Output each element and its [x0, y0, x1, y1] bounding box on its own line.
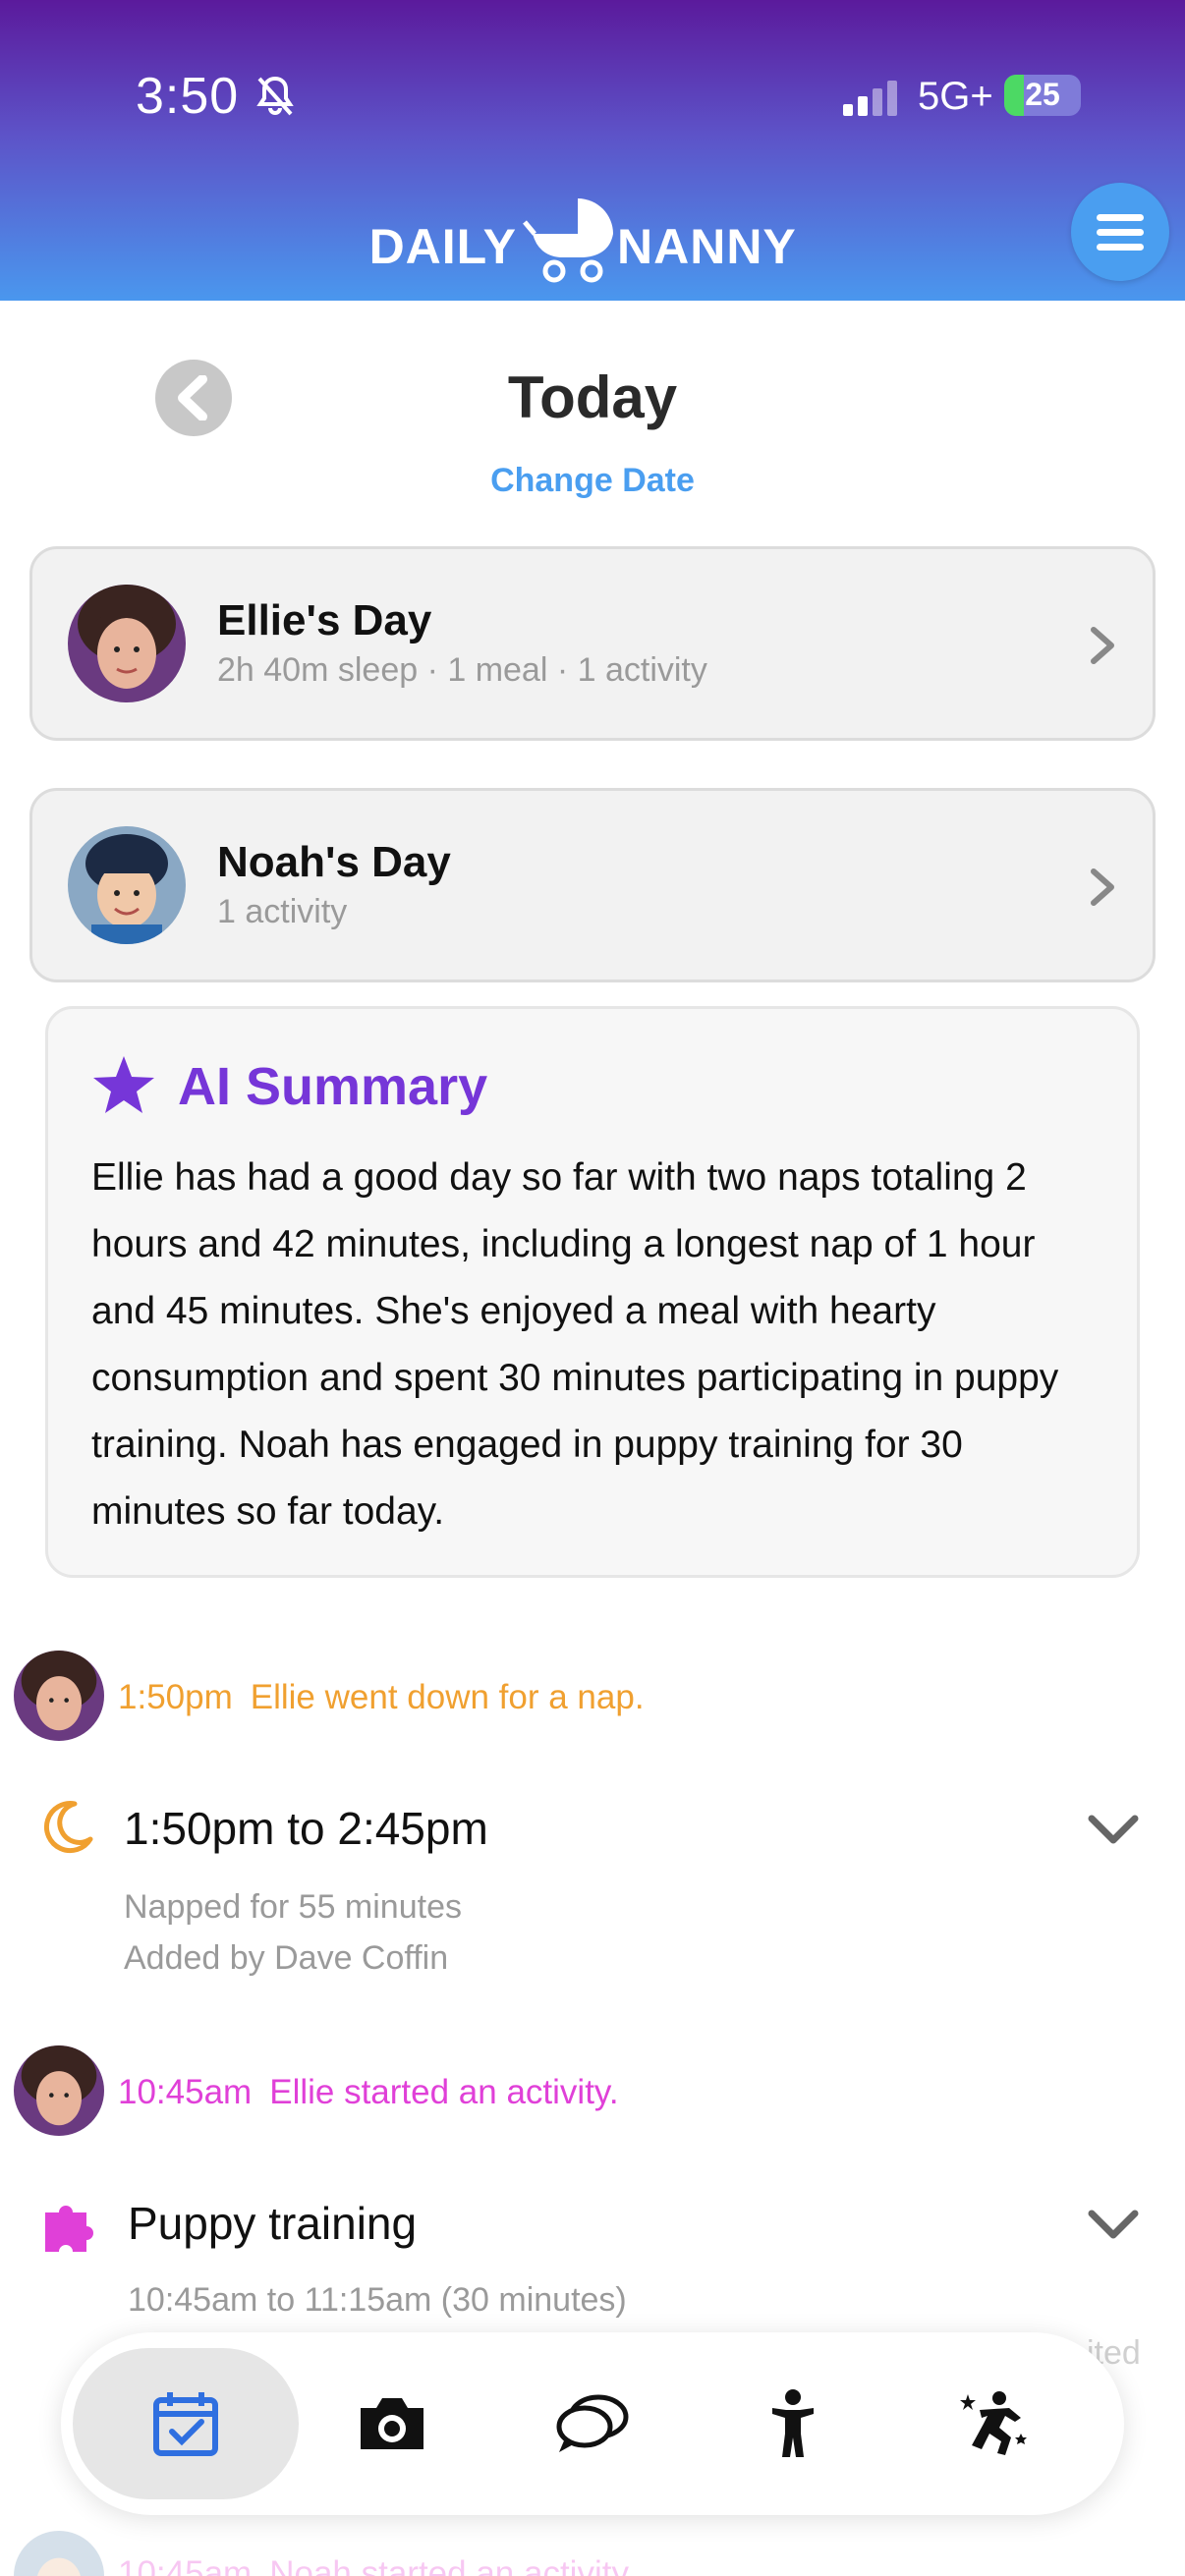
- avatar-noah: [68, 826, 186, 944]
- nav-photos[interactable]: [279, 2348, 505, 2499]
- avatar-ellie: [14, 2045, 104, 2136]
- page-title: Today: [507, 364, 678, 430]
- event-time: 10:45am: [118, 2554, 253, 2576]
- calendar-check-icon: [153, 2392, 218, 2456]
- event-detail: Napped for 55 minutes: [124, 1888, 462, 1926]
- nav-messages[interactable]: [480, 2348, 705, 2499]
- event-text: Ellie started an activity.: [269, 2073, 619, 2111]
- status-time: 3:50: [136, 68, 240, 125]
- activity-figure-icon: [960, 2391, 1027, 2455]
- child-name: Ellie's Day: [217, 596, 432, 644]
- moon-icon: [44, 1801, 93, 1854]
- summary-text: Ellie has had a good day so far with two…: [91, 1156, 1059, 1533]
- battery-indicator: 25: [1004, 75, 1081, 116]
- battery-level: 25: [1025, 77, 1060, 112]
- child-name: Noah's Day: [217, 838, 451, 886]
- network-type: 5G+: [918, 75, 993, 118]
- event-author: Added by Dave Coffin: [124, 1939, 449, 1977]
- event-header: 10:45am Noah started an activity.: [118, 2554, 636, 2576]
- event-title: Puppy training: [128, 2198, 418, 2249]
- chat-bubbles-icon: [556, 2394, 629, 2452]
- chevron-right-icon: [1091, 627, 1114, 664]
- chevron-right-icon: [1091, 868, 1114, 906]
- avatar-ellie: [68, 585, 186, 702]
- nav-activities[interactable]: [882, 2348, 1108, 2499]
- avatar-noah: [14, 2531, 104, 2576]
- app-header: 3:50 5G+ 25 DAILY NANNY: [0, 0, 1185, 301]
- camera-icon: [361, 2398, 423, 2449]
- stroller-icon: [523, 198, 613, 283]
- star-icon: [93, 1056, 154, 1113]
- bell-muted-icon: [256, 76, 294, 116]
- change-date-link[interactable]: Change Date: [0, 462, 1185, 500]
- menu-line: [1097, 214, 1144, 221]
- child-card-ellie[interactable]: Ellie's Day 2h 40m sleep · 1 meal · 1 ac…: [29, 546, 1156, 741]
- nav-calendar[interactable]: [73, 2348, 299, 2499]
- event-header: 10:45am Ellie started an activity.: [118, 2073, 619, 2112]
- chevron-down-icon[interactable]: [1087, 2209, 1140, 2242]
- child-card-noah[interactable]: Noah's Day 1 activity: [29, 788, 1156, 982]
- menu-line: [1097, 244, 1144, 251]
- bottom-navigation: [61, 2332, 1124, 2515]
- brand-nanny: NANNY: [617, 219, 797, 274]
- child-stats: 2h 40m sleep · 1 meal · 1 activity: [217, 651, 707, 689]
- event-detail: 10:45am to 11:15am (30 minutes): [128, 2281, 627, 2319]
- event-text: Noah started an activity.: [269, 2554, 637, 2576]
- cell-signal-icon: [843, 81, 897, 116]
- chevron-down-icon[interactable]: [1087, 1814, 1140, 1847]
- ai-summary-card: AI Summary Ellie has had a good day so f…: [45, 1006, 1140, 1578]
- menu-button[interactable]: [1071, 183, 1169, 281]
- nav-children[interactable]: [680, 2348, 906, 2499]
- event-header: 1:50pm Ellie went down for a nap.: [118, 1678, 645, 1717]
- menu-line: [1097, 229, 1144, 236]
- event-text: Ellie went down for a nap.: [250, 1678, 645, 1716]
- puzzle-piece-icon: [45, 2206, 93, 2252]
- event-time: 1:50pm: [118, 1678, 233, 1716]
- child-stats: 1 activity: [217, 893, 348, 930]
- event-time: 10:45am: [118, 2073, 253, 2111]
- event-title: 1:50pm to 2:45pm: [124, 1803, 488, 1854]
- person-icon: [772, 2389, 814, 2457]
- summary-title: AI Summary: [178, 1057, 488, 1116]
- avatar-ellie: [14, 1651, 104, 1741]
- brand-daily: DAILY: [368, 219, 517, 274]
